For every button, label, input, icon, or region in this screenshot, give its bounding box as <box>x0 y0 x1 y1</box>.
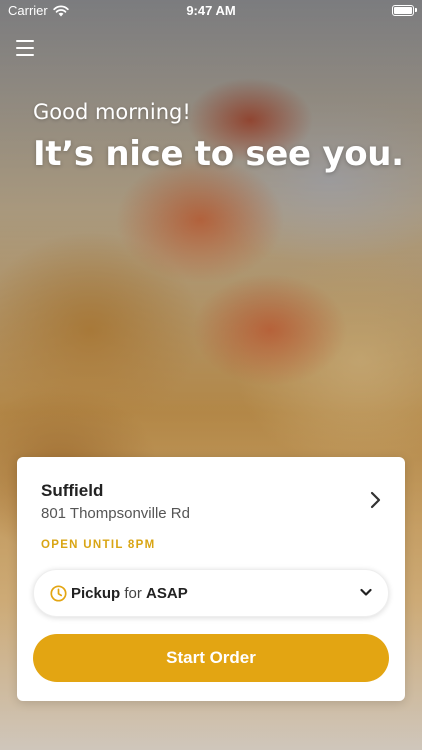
headline-text: It’s nice to see you. <box>33 134 404 174</box>
menu-icon-bar <box>16 47 34 49</box>
order-time: ASAP <box>146 584 188 602</box>
order-type-value: Pickup for ASAP <box>71 585 188 602</box>
menu-icon-bar <box>16 40 34 42</box>
store-hours: OPEN UNTIL 8PM <box>41 539 156 551</box>
home-screen: Carrier 9:47 AM Good morning! It’s nice … <box>0 0 422 750</box>
battery-icon <box>392 5 417 16</box>
menu-icon-bar <box>16 54 34 56</box>
chevron-right-icon <box>370 491 381 509</box>
menu-icon[interactable] <box>16 40 34 56</box>
clock-icon <box>50 584 67 602</box>
greeting-text: Good morning! <box>33 100 191 124</box>
order-connector: for <box>124 584 142 602</box>
chevron-down-icon <box>360 588 372 596</box>
order-card: Suffield 801 Thompsonville Rd OPEN UNTIL… <box>17 457 405 701</box>
store-address: 801 Thompsonville Rd <box>41 505 190 522</box>
status-bar: Carrier 9:47 AM <box>0 0 422 22</box>
location-selector[interactable]: Suffield 801 Thompsonville Rd <box>17 457 405 535</box>
store-name: Suffield <box>41 481 104 500</box>
status-time: 9:47 AM <box>186 3 236 18</box>
order-type-dropdown[interactable]: Pickup for ASAP <box>33 569 389 617</box>
start-order-button[interactable]: Start Order <box>33 634 389 682</box>
order-method: Pickup <box>71 584 121 602</box>
